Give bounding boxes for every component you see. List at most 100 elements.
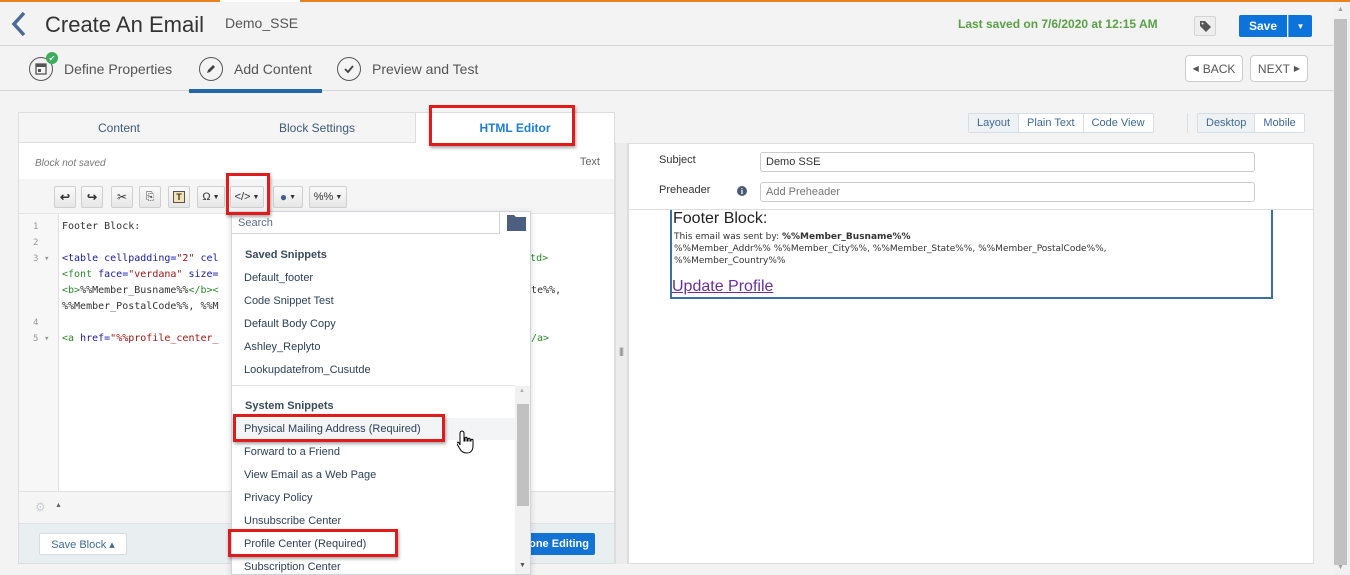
code-snippet-icon: </> xyxy=(234,191,251,203)
calendar-icon: ✔ xyxy=(29,52,58,81)
complete-check-icon: ✔ xyxy=(46,52,58,64)
redo-icon: ↪ xyxy=(86,190,98,204)
tab-content[interactable]: Content xyxy=(19,113,219,143)
code-line: <font face="verdana" size= xyxy=(62,269,219,280)
save-block-button[interactable]: Save Block ▴ xyxy=(39,533,127,555)
toggle-divider xyxy=(1187,113,1188,133)
step-label: Define Properties xyxy=(64,61,173,77)
subject-label: Subject xyxy=(659,154,696,166)
code-line: <b>%%Member_Busname%%</b>< xyxy=(62,285,219,296)
block-status: Block not saved xyxy=(35,158,106,169)
scroll-down-icon[interactable]: ▼ xyxy=(1337,564,1344,571)
preheader-label: Preheader xyxy=(659,184,711,196)
snippet-menu-scrollbar[interactable]: ▲ ▼ xyxy=(515,386,530,574)
back-button[interactable]: ◀ BACK xyxy=(1185,55,1243,82)
fold-toggle-icon[interactable]: ▾ xyxy=(44,334,49,344)
save-options-caret[interactable]: ▼ xyxy=(1288,15,1312,37)
code-line: <a href="%%profile_center_ xyxy=(62,333,219,344)
email-name: Demo_SSE xyxy=(225,15,299,31)
scroll-up-icon[interactable]: ▲ xyxy=(519,388,525,394)
line-number: 2 xyxy=(33,238,39,248)
tag-icon xyxy=(1199,20,1211,32)
page-scrollbar[interactable]: ▲ ▼ xyxy=(1333,2,1350,575)
view-mode-toggle: Layout Plain Text Code View xyxy=(968,113,1154,133)
subject-input[interactable] xyxy=(760,152,1255,172)
gear-icon[interactable]: ⚙ xyxy=(35,500,46,514)
undo-button[interactable]: ↩ xyxy=(54,186,76,208)
email-preview-panel: Subject Preheader i Footer Block: This e… xyxy=(628,143,1314,564)
line-number: 4 xyxy=(33,318,39,328)
snippet-item[interactable]: Subscription Center xyxy=(232,556,515,574)
snippet-item[interactable]: Lookupdatefrom_Cusutde xyxy=(232,359,515,381)
last-saved-status: Last saved on 7/6/2020 at 12:15 AM xyxy=(958,17,1158,31)
info-icon[interactable]: i xyxy=(737,186,747,196)
copy-icon: ⎘ xyxy=(145,190,155,203)
code-view-button[interactable]: Code View xyxy=(1082,114,1153,132)
mobile-view-button[interactable]: Mobile xyxy=(1254,114,1304,132)
code-line: %%Member_PostalCode%%, %%M xyxy=(62,301,219,312)
copy-button[interactable]: ⎘ xyxy=(139,186,161,208)
caret-down-icon: ▼ xyxy=(1296,21,1305,31)
save-button[interactable]: Save xyxy=(1239,15,1287,37)
caret-right-icon: ▶ xyxy=(1293,64,1301,73)
page-title: Create An Email xyxy=(45,12,204,37)
personalization-dropdown[interactable]: %% ▼ xyxy=(309,186,347,208)
snippet-item[interactable]: Ashley_Replyto xyxy=(232,336,515,358)
snippet-item[interactable]: Privacy Policy xyxy=(232,487,515,509)
snippet-item[interactable]: Unsubscribe Center xyxy=(232,510,515,532)
snippet-item[interactable]: Code Snippet Test xyxy=(232,290,515,312)
scroll-down-icon[interactable]: ▼ xyxy=(519,562,526,569)
hand-cursor-icon xyxy=(457,430,474,454)
folder-icon[interactable] xyxy=(507,214,526,231)
layout-view-button[interactable]: Layout xyxy=(969,114,1019,132)
step-preview-and-test[interactable]: Preview and Test xyxy=(337,47,478,91)
code-snippet-dropdown[interactable]: </> ▼ xyxy=(230,186,264,208)
scrollbar-thumb[interactable] xyxy=(1334,19,1347,565)
editor-tabs: Content Block Settings HTML Editor xyxy=(19,113,614,143)
editor-toolbar: ↩ ↪ ✂ ⎘ T Ω ▼ </> ▼ ● ▼ %% ▼ xyxy=(19,179,614,213)
code-line: <table cellpadding="2" cel xyxy=(62,253,219,264)
cut-button[interactable]: ✂ xyxy=(111,186,133,208)
panel-splitter[interactable]: ||| xyxy=(615,143,628,564)
back-chevron-icon[interactable] xyxy=(8,10,30,38)
saved-snippets-header: Saved Snippets xyxy=(245,249,327,261)
snippet-item[interactable]: View Email as a Web Page xyxy=(232,464,515,486)
step-label: Preview and Test xyxy=(372,61,479,77)
paste-text-button[interactable]: T xyxy=(168,186,190,208)
pencil-icon xyxy=(199,57,223,81)
page-header: Create An Email Demo_SSE Last saved on 7… xyxy=(0,2,1333,46)
scrollbar-thumb[interactable] xyxy=(517,404,529,506)
system-snippets-header: System Snippets xyxy=(245,400,334,412)
line-number: 3 xyxy=(33,254,39,264)
next-button[interactable]: NEXT ▶ xyxy=(1250,55,1308,82)
preheader-input[interactable] xyxy=(760,182,1255,202)
selected-footer-block[interactable]: Footer Block: This email was sent by: %%… xyxy=(670,210,1273,299)
omega-icon: Ω xyxy=(202,191,211,203)
snippet-item[interactable]: Default_footer xyxy=(232,267,515,289)
update-profile-link[interactable]: Update Profile xyxy=(672,278,773,296)
snippet-search-input[interactable]: Search xyxy=(232,212,500,234)
undo-icon: ↩ xyxy=(59,190,71,204)
fold-toggle-icon[interactable]: ▾ xyxy=(44,254,49,264)
step-add-content[interactable]: Add Content xyxy=(189,47,322,93)
tab-block-settings[interactable]: Block Settings xyxy=(219,113,415,143)
desktop-view-button[interactable]: Desktop xyxy=(1198,114,1255,132)
grip-icon: ||| xyxy=(619,346,624,356)
tag-button[interactable] xyxy=(1194,16,1216,36)
caret-left-icon: ◀ xyxy=(1192,64,1199,73)
divider xyxy=(232,385,515,386)
step-define-properties[interactable]: ✔ Define Properties xyxy=(29,47,172,91)
plain-text-view-button[interactable]: Plain Text xyxy=(1018,114,1083,132)
scroll-up-icon[interactable]: ▲ xyxy=(1337,6,1344,13)
line-gutter: 1 2 3 ▾ 4 5 ▾ xyxy=(19,214,59,492)
caret-up-icon[interactable]: ▲ xyxy=(55,502,62,509)
special-char-dropdown[interactable]: Ω ▼ xyxy=(197,186,225,208)
checkmark-icon xyxy=(337,57,361,81)
redo-button[interactable]: ↪ xyxy=(81,186,103,208)
line-number: 1 xyxy=(33,222,39,232)
snippet-item[interactable]: Default Body Copy xyxy=(232,313,515,335)
tab-html-editor[interactable]: HTML Editor xyxy=(415,113,614,143)
snippet-item-profile-center[interactable]: Profile Center (Required) xyxy=(232,533,515,555)
scissors-icon: ✂ xyxy=(116,190,128,204)
contact-attribute-dropdown[interactable]: ● ▼ xyxy=(273,186,303,208)
